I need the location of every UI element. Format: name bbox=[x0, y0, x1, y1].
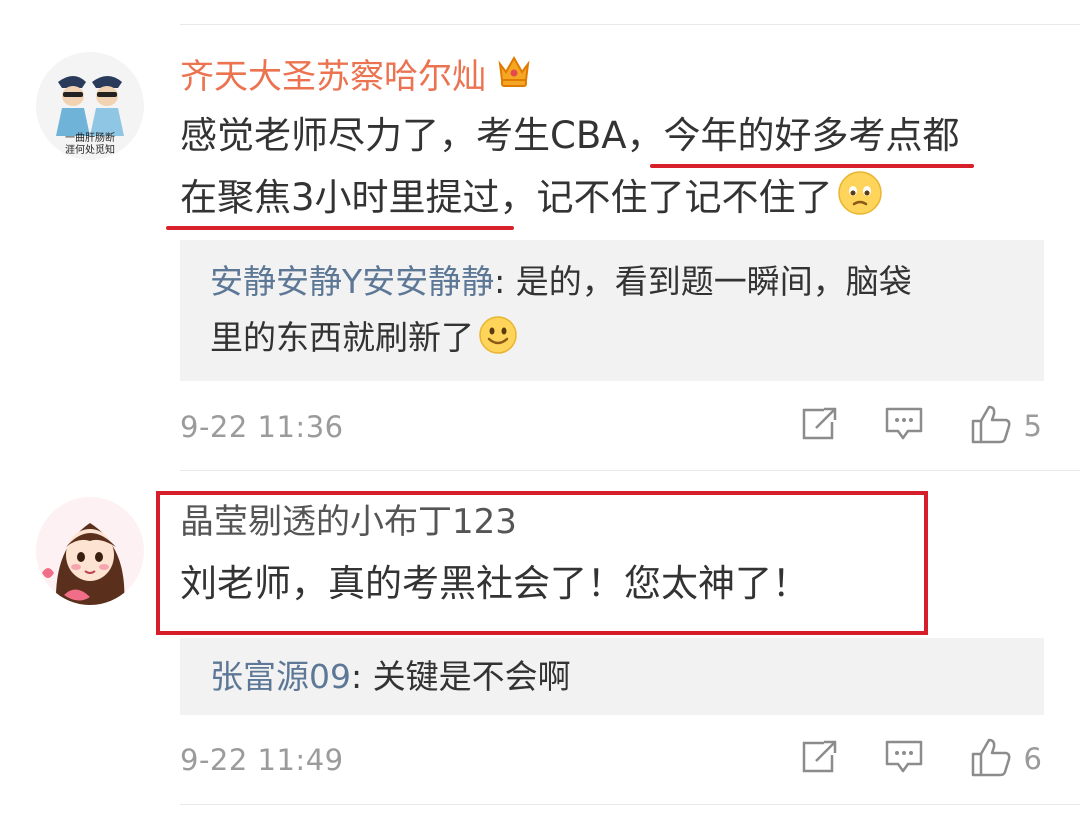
highlighted-text: 今年的好多考点都 bbox=[649, 108, 974, 168]
comment-icon bbox=[884, 405, 924, 447]
thumbs-up-icon bbox=[970, 404, 1012, 448]
share-icon bbox=[800, 406, 838, 446]
username-text[interactable]: 齐天大圣苏察哈尔灿 bbox=[180, 57, 486, 97]
reply-box[interactable]: 安静安静Y安安静静: 是的，看到题一瞬间，脑袋 里的东西就刷新了 bbox=[180, 240, 1044, 381]
avatar-caption-2: 涯何处觅知 bbox=[65, 143, 115, 156]
reply-text: 关键是不会啊 bbox=[372, 657, 571, 696]
avatar[interactable] bbox=[36, 497, 144, 605]
reply-separator: : bbox=[494, 262, 516, 301]
avatar-caption-1: 一曲肝肠断 bbox=[65, 131, 115, 144]
share-button[interactable] bbox=[800, 406, 838, 446]
like-button[interactable]: 6 bbox=[970, 737, 1042, 781]
highlighted-text: 在聚焦3小时里提过 bbox=[166, 170, 514, 230]
comment-actions: 6 bbox=[754, 737, 1042, 781]
comment-timestamp: 9-22 11:36 bbox=[180, 410, 344, 444]
reply-username[interactable]: 安静安静Y安安静静 bbox=[210, 262, 494, 301]
thumbs-up-icon bbox=[970, 737, 1012, 781]
comment-divider bbox=[180, 470, 1080, 471]
smile-emoji-icon bbox=[478, 315, 518, 372]
reply-username[interactable]: 张富源09 bbox=[210, 657, 351, 696]
share-button[interactable] bbox=[800, 739, 838, 779]
share-icon bbox=[800, 739, 838, 779]
comment-text: 感觉老师尽力了，考生CBA，今年的好多考点都 在聚焦3小时里提过，记不住了记不住… bbox=[166, 108, 974, 232]
reply-box[interactable]: 张富源09: 关键是不会啊 bbox=[180, 638, 1044, 715]
reply-text: 是的，看到题一瞬间，脑袋 bbox=[515, 262, 912, 301]
reply-separator: : bbox=[351, 657, 373, 696]
comment-icon bbox=[884, 738, 924, 780]
like-count: 5 bbox=[1023, 409, 1042, 443]
comment-text-part: ，记不住了记不住了 bbox=[499, 176, 833, 219]
crown-vip-icon bbox=[494, 52, 534, 101]
comment-button[interactable] bbox=[884, 738, 924, 780]
comment-text-part: 感觉老师尽力了，考生CBA， bbox=[180, 114, 664, 157]
comment-username[interactable]: 齐天大圣苏察哈尔灿 bbox=[180, 52, 534, 101]
bottom-divider bbox=[180, 804, 1080, 805]
comment-actions: 5 bbox=[754, 404, 1042, 448]
comment-timestamp: 9-22 11:49 bbox=[180, 743, 344, 777]
sad-face-emoji-icon bbox=[837, 170, 883, 232]
top-divider bbox=[180, 24, 1080, 25]
like-count: 6 bbox=[1023, 742, 1042, 776]
like-button[interactable]: 5 bbox=[970, 404, 1042, 448]
reply-text: 里的东西就刷新了 bbox=[210, 318, 474, 357]
highlight-box bbox=[156, 491, 928, 635]
comment-button[interactable] bbox=[884, 405, 924, 447]
avatar[interactable]: 一曲肝肠断 涯何处觅知 bbox=[36, 52, 144, 160]
